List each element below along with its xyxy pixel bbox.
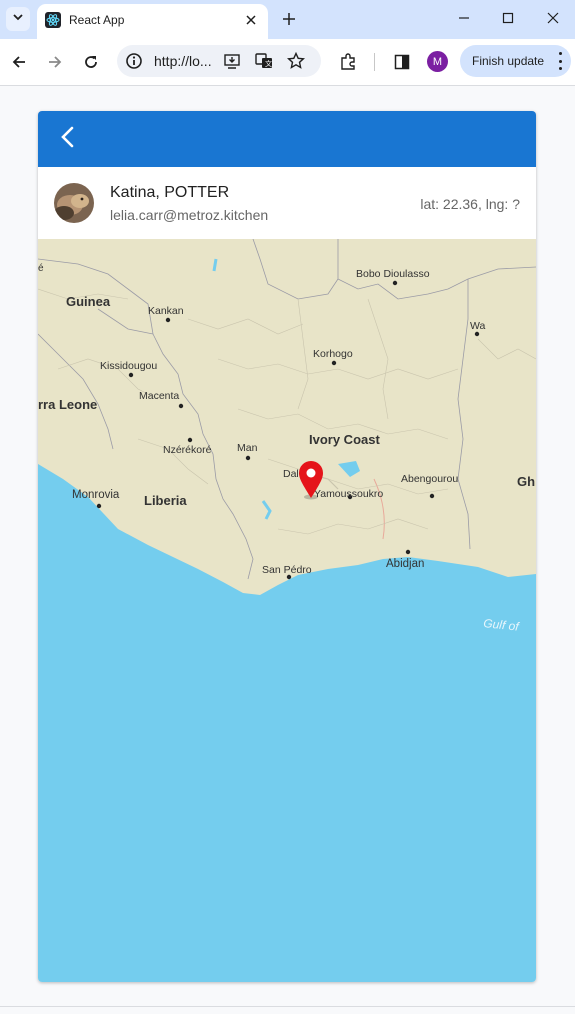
maximize-icon[interactable] [488,4,528,32]
map-label-abidjan: Abidjan [386,558,424,570]
map-label-guinea: Guinea [66,294,111,309]
react-icon [45,12,61,28]
map-label-kissidougou: Kissidougou [100,360,157,372]
close-tab-icon[interactable] [242,11,260,29]
install-app-icon[interactable] [223,52,241,75]
map-label-sierra-leone: rra Leone [38,397,97,412]
info-icon[interactable] [125,52,143,75]
url-text: http://lo... [154,53,212,69]
map-label-ivory-coast: Ivory Coast [309,432,380,447]
reload-icon[interactable] [80,51,102,73]
back-arrow-icon[interactable] [8,51,30,73]
browser-tab-strip: React App [0,0,575,39]
user-header: Katina, POTTER lelia.carr@metroz.kitchen… [38,167,536,239]
app-bar [38,111,536,167]
side-panel-icon[interactable] [391,51,413,73]
map-label-nzerekore: Nzérékoré [163,444,212,456]
map-label-bobo: Bobo Dioulasso [356,268,430,280]
page-bottom-divider [0,1006,575,1007]
user-email: lelia.carr@metroz.kitchen [110,207,269,223]
app-card: Katina, POTTER lelia.carr@metroz.kitchen… [38,111,536,982]
coordinates-text: lat: 22.36, lng: ? [420,196,520,212]
address-bar[interactable]: http://lo... 文 [117,45,321,77]
browser-tab[interactable]: React App [37,4,268,39]
back-button[interactable] [54,125,82,153]
bookmark-star-icon[interactable] [286,51,306,75]
translate-icon[interactable]: 文 [255,52,273,75]
map-label-san-pedro: San Pédro [262,564,312,576]
map-label-korhogo: Korhogo [313,348,353,360]
finish-update-label: Finish update [472,54,545,68]
svg-text:文: 文 [265,59,272,68]
map-label-daloa: Dal [283,468,299,480]
user-name: Katina, POTTER [110,184,230,201]
avatar [54,183,94,223]
map-label-gulf: Gulf of [483,616,521,634]
map-canvas: é Bobo Dioulasso Guinea Kankan Wa Korhog… [38,239,536,634]
more-vert-icon [557,52,563,70]
finish-update-button[interactable]: Finish update [460,45,571,77]
minimize-icon[interactable] [444,4,484,32]
map-label-kankan: Kankan [148,305,184,317]
map-label-macenta: Macenta [139,390,179,402]
extensions-icon[interactable] [337,51,359,73]
close-window-icon[interactable] [533,4,573,32]
forward-arrow-icon[interactable] [44,51,66,73]
map-label-liberia: Liberia [144,493,187,508]
map-label-man: Man [237,442,258,454]
browser-toolbar: http://lo... 文 M Finish update [0,39,575,86]
map-label-yamoussoukro: Yamoussoukro [314,488,383,500]
new-tab-icon[interactable] [278,8,300,30]
tab-search-button[interactable] [6,7,30,31]
toolbar-divider [374,53,375,71]
tab-title: React App [69,13,125,27]
map-label-monrovia: Monrovia [72,489,120,501]
chevron-down-icon [12,10,24,28]
map-label-abengourou: Abengourou [401,473,458,485]
chevron-left-icon [60,126,76,153]
map-label-ghana: Gh [517,474,535,489]
map-view[interactable]: é Bobo Dioulasso Guinea Kankan Wa Korhog… [38,239,536,982]
land-area [38,239,536,595]
profile-avatar[interactable]: M [427,51,448,72]
map-label-wa: Wa [470,320,486,332]
map-label-edge: é [38,263,44,274]
